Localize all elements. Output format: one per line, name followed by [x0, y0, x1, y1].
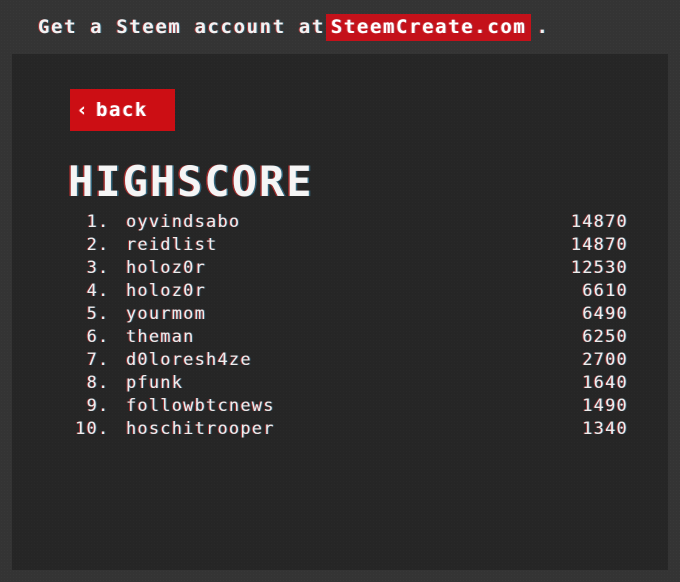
row-name: d0loresh4ze	[126, 350, 252, 370]
table-row: 5 . yourmom 6490	[50, 304, 628, 327]
row-score: 14870	[570, 212, 628, 232]
row-score: 6250	[582, 327, 628, 347]
row-rank: 2	[86, 235, 98, 255]
row-score: 6610	[582, 281, 628, 301]
row-rank-dot: .	[98, 419, 110, 439]
row-name: reidlist	[126, 235, 218, 255]
row-rank: 7	[86, 350, 98, 370]
row-rank: 8	[86, 373, 98, 393]
row-name: theman	[126, 327, 195, 347]
row-name: followbtcnews	[126, 396, 275, 416]
table-row: 1 . oyvindsabo 14870	[50, 212, 628, 235]
content-panel: ‹ back HIGHSCORE 1 . oyvindsabo 14870 2 …	[12, 54, 668, 570]
row-rank: 9	[86, 396, 98, 416]
row-rank: 4	[86, 281, 98, 301]
row-score: 12530	[570, 258, 628, 278]
highscore-list: 1 . oyvindsabo 14870 2 . reidlist 14870 …	[50, 212, 628, 442]
promo-banner: Get a Steem account at SteemCreate.com .	[0, 0, 680, 54]
table-row: 3 . holoz0r 12530	[50, 258, 628, 281]
row-rank-dot: .	[98, 258, 110, 278]
page-title: HIGHSCORE	[68, 157, 314, 206]
row-name: holoz0r	[126, 258, 207, 278]
table-row: 4 . holoz0r 6610	[50, 281, 628, 304]
row-rank-dot: .	[98, 350, 110, 370]
row-rank-dot: .	[98, 396, 110, 416]
row-rank-dot: .	[98, 304, 110, 324]
row-score: 14870	[570, 235, 628, 255]
row-rank-dot: .	[98, 281, 110, 301]
row-rank: 1	[86, 212, 98, 232]
row-rank: 10	[75, 419, 98, 439]
back-button[interactable]: ‹ back	[70, 89, 175, 131]
row-name: holoz0r	[126, 281, 207, 301]
steemcreate-link[interactable]: SteemCreate.com	[325, 13, 532, 41]
row-rank: 6	[86, 327, 98, 347]
row-rank-dot: .	[98, 212, 110, 232]
row-rank-dot: .	[98, 235, 110, 255]
table-row: 10 . hoschitrooper 1340	[50, 419, 628, 442]
game-screen: Get a Steem account at SteemCreate.com .…	[0, 0, 680, 582]
row-name: pfunk	[126, 373, 184, 393]
row-score: 6490	[582, 304, 628, 324]
row-score: 1340	[582, 419, 628, 439]
row-name: hoschitrooper	[126, 419, 275, 439]
row-name: yourmom	[126, 304, 207, 324]
row-rank: 3	[86, 258, 98, 278]
row-score: 1490	[582, 396, 628, 416]
table-row: 2 . reidlist 14870	[50, 235, 628, 258]
row-rank: 5	[86, 304, 98, 324]
row-rank-dot: .	[98, 327, 110, 347]
row-score: 2700	[582, 350, 628, 370]
chevron-left-icon: ‹	[76, 99, 90, 121]
table-row: 8 . pfunk 1640	[50, 373, 628, 396]
row-rank-dot: .	[98, 373, 110, 393]
table-row: 9 . followbtcnews 1490	[50, 396, 628, 419]
promo-banner-period: .	[536, 16, 550, 38]
row-score: 1640	[582, 373, 628, 393]
row-name: oyvindsabo	[126, 212, 241, 232]
back-button-label: back	[96, 99, 148, 121]
table-row: 6 . theman 6250	[50, 327, 628, 350]
table-row: 7 . d0loresh4ze 2700	[50, 350, 628, 373]
promo-banner-text: Get a Steem account at	[38, 16, 325, 38]
